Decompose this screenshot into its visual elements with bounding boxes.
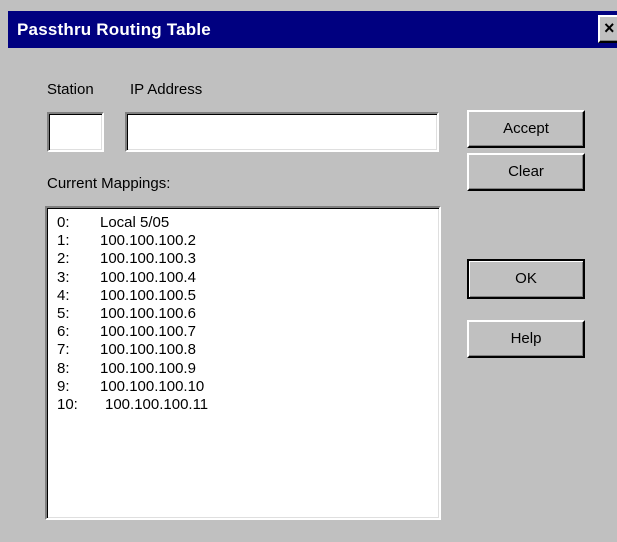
list-item[interactable]: 2: 100.100.100.3 [57,250,208,268]
mapping-value: Local 5/05 [100,214,170,231]
ip-address-label: IP Address [130,81,203,98]
window-title: Passthru Routing Table [17,20,211,39]
mapping-value: 100.100.100.6 [100,304,196,322]
list-item[interactable]: 3: 100.100.100.4 [57,269,208,287]
station-label: Station [47,81,94,98]
close-icon: × [604,18,615,38]
list-item[interactable]: 6: 100.100.100.7 [57,323,208,341]
mapping-index: 9: [57,377,70,395]
mapping-index: 5: [57,304,70,322]
list-item[interactable]: 8: 100.100.100.9 [57,360,208,378]
clear-button[interactable]: Clear [467,153,585,191]
list-item[interactable]: 4: 100.100.100.5 [57,287,208,305]
title-bar[interactable]: Passthru Routing Table × [8,11,617,48]
mapping-index: 4: [57,286,70,304]
mappings-list[interactable]: 0: Local 5/05 1: 100.100.100.2 2: 100.100.1… [45,206,441,520]
mapping-index: 3: [57,268,70,286]
mapping-value: 100.100.100.10 [100,377,205,395]
list-item[interactable]: 0: Local 5/05 [57,214,208,232]
ip-address-input[interactable] [125,112,439,152]
station-input[interactable] [47,112,104,152]
mapping-index: 10: [57,395,78,413]
mapping-index: 7: [57,341,70,359]
mapping-index: 1: [57,232,70,250]
close-button[interactable]: × [598,15,617,43]
list-item[interactable]: 10: 100.100.100.11 [57,396,208,414]
mappings-list-content: 0: Local 5/05 1: 100.100.100.2 2: 100.100.1… [57,214,208,414]
mapping-value: 100.100.100.7 [100,323,196,341]
mapping-index: 8: [57,359,70,377]
list-item[interactable]: 7: 100.100.100.8 [57,341,208,359]
mapping-index: 2: [57,250,70,268]
mapping-index: 0: [57,214,70,231]
mapping-value: 100.100.100.11 [105,395,209,413]
ok-button[interactable]: OK [467,259,585,299]
mapping-value: 100.100.100.3 [100,250,196,268]
mapping-value: 100.100.100.8 [100,341,196,359]
list-item[interactable]: 1: 100.100.100.2 [57,232,208,250]
passthru-routing-dialog: Passthru Routing Table × Station IP Addr… [0,0,617,542]
mapping-value: 100.100.100.5 [100,286,196,304]
mapping-value: 100.100.100.2 [100,232,196,250]
mapping-index: 6: [57,323,70,341]
mapping-value: 100.100.100.9 [100,359,196,377]
list-item[interactable]: 9: 100.100.100.10 [57,378,208,396]
current-mappings-label: Current Mappings: [47,175,171,192]
mapping-value: 100.100.100.4 [100,268,196,286]
help-button[interactable]: Help [467,320,585,358]
list-item[interactable]: 5: 100.100.100.6 [57,305,208,323]
accept-button[interactable]: Accept [467,110,585,148]
